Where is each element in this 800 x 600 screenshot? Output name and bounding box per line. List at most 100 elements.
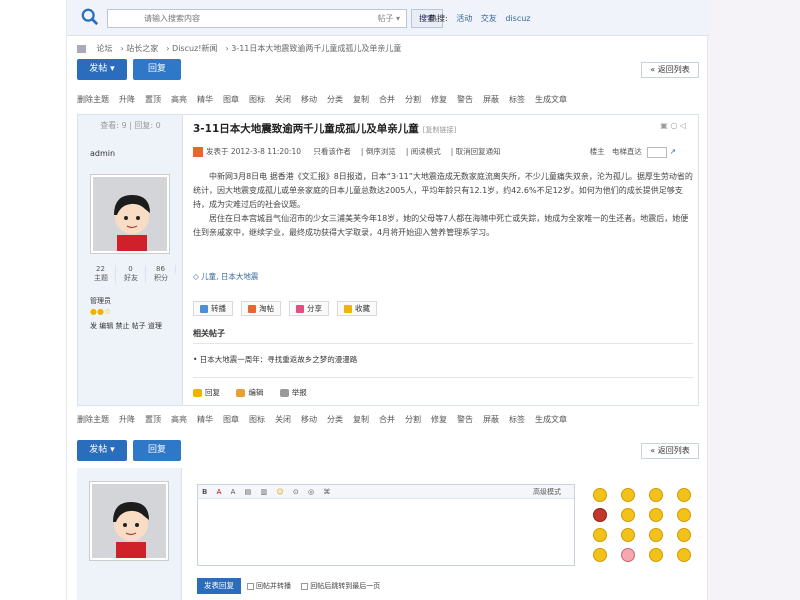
mod-action[interactable]: 升降 — [119, 95, 135, 104]
smiley-icon[interactable] — [593, 488, 607, 502]
count-friends[interactable]: 0 好友 — [116, 265, 146, 283]
smiley-icon[interactable] — [621, 488, 635, 502]
hot-term[interactable]: 活动 — [456, 14, 472, 23]
mod-action[interactable]: 删除主题 — [77, 95, 109, 104]
mod-action[interactable]: 分类 — [327, 415, 343, 424]
mod-action[interactable]: 分类 — [327, 95, 343, 104]
mod-action[interactable]: 移动 — [301, 415, 317, 424]
count-credits[interactable]: 86 积分 — [146, 265, 176, 283]
mod-action[interactable]: 精华 — [197, 415, 213, 424]
mod-action[interactable]: 修复 — [431, 95, 447, 104]
author-name[interactable]: admin — [90, 149, 115, 158]
mod-action[interactable]: 高亮 — [171, 415, 187, 424]
post-tags[interactable]: ◇ 儿童, 日本大地震 — [193, 271, 258, 282]
edit-action[interactable]: 编辑 — [236, 388, 263, 397]
smiley-icon[interactable] — [649, 488, 663, 502]
jump-last-checkbox[interactable]: 回帖后跳转到最后一页 — [301, 582, 380, 590]
mod-action[interactable]: 关闭 — [275, 415, 291, 424]
breadcrumb-item[interactable]: Discuz!新闻 — [172, 44, 217, 53]
mod-action[interactable]: 标签 — [509, 415, 525, 424]
smiley-icon[interactable] — [593, 548, 607, 562]
search-scope-select[interactable]: 帖子 ▾ — [377, 13, 400, 24]
avatar[interactable] — [91, 175, 169, 253]
mod-action[interactable]: 图章 — [223, 415, 239, 424]
reply-textarea[interactable] — [198, 499, 574, 565]
hot-term[interactable]: discuz — [505, 14, 530, 23]
smiley-icon[interactable] — [593, 528, 607, 542]
smiley-icon[interactable] — [649, 508, 663, 522]
mod-action[interactable]: 复制 — [353, 415, 369, 424]
mod-action[interactable]: 图标 — [249, 415, 265, 424]
reply-button-bottom[interactable]: 回复 — [133, 440, 181, 461]
count-threads[interactable]: 22 主题 — [86, 265, 116, 283]
mod-action[interactable]: 升降 — [119, 415, 135, 424]
smiley-icon[interactable] — [649, 528, 663, 542]
image-button[interactable]: ▤ — [245, 488, 252, 496]
report-action[interactable]: 举报 — [279, 388, 307, 397]
related-item[interactable]: • 日本大地震一周年：寻找重返故乡之梦的漫漫路 — [193, 354, 357, 365]
admin-links[interactable]: 发 编辑 禁止 帖子 道理 — [90, 321, 162, 331]
reverse-order-link[interactable]: 倒序浏览 — [366, 147, 396, 156]
smiley-icon[interactable] — [621, 508, 635, 522]
smiley-icon[interactable] — [677, 528, 691, 542]
mod-action[interactable]: 关闭 — [275, 95, 291, 104]
bold-button[interactable]: B — [202, 488, 207, 496]
mod-action[interactable]: 精华 — [197, 95, 213, 104]
smiley-icon[interactable] — [677, 548, 691, 562]
search-input[interactable] — [108, 10, 358, 27]
mod-action[interactable]: 图标 — [249, 95, 265, 104]
floor-goto-icon[interactable]: ↗ — [670, 147, 676, 156]
post-tool-icons[interactable]: ▣ ○ ◁ — [660, 121, 686, 130]
advanced-mode-link[interactable]: 高级模式 — [533, 485, 561, 499]
avatar[interactable] — [90, 482, 168, 560]
mod-action[interactable]: 高亮 — [171, 95, 187, 104]
attachment-button[interactable]: ▥ — [261, 488, 268, 496]
copy-link[interactable]: [复制链接] — [423, 126, 456, 134]
floor-goto-input[interactable] — [647, 146, 668, 158]
mod-action[interactable]: 屏蔽 — [483, 415, 499, 424]
mod-action[interactable]: 警告 — [457, 95, 473, 104]
only-author-link[interactable]: 只看该作者 — [313, 147, 351, 156]
smiley-icon[interactable] — [621, 528, 635, 542]
code-button[interactable]: ◎ — [308, 488, 314, 496]
post-button-bottom[interactable]: 发帖 ▾ — [77, 440, 127, 461]
breadcrumb-item[interactable]: 站长之家 — [126, 44, 158, 53]
mod-action[interactable]: 合并 — [379, 415, 395, 424]
back-to-list-button-bottom[interactable]: « 返回列表 — [641, 443, 699, 459]
reply-button[interactable]: 回复 — [133, 59, 181, 80]
mod-action[interactable]: 分割 — [405, 95, 421, 104]
mod-action[interactable]: 分割 — [405, 415, 421, 424]
favorite-button[interactable]: 收藏 — [337, 301, 377, 316]
home-icon[interactable] — [77, 44, 86, 53]
smiley-icon[interactable] — [649, 548, 663, 562]
breadcrumb-item[interactable]: 论坛 — [97, 44, 113, 53]
mod-action[interactable]: 修复 — [431, 415, 447, 424]
submit-reply-button[interactable]: 发表回复 — [197, 578, 241, 594]
mod-action[interactable]: 复制 — [353, 95, 369, 104]
angry-smiley-icon[interactable] — [593, 508, 607, 522]
mod-action[interactable]: 屏蔽 — [483, 95, 499, 104]
hot-term[interactable]: 交友 — [481, 14, 497, 23]
mod-action[interactable]: 合并 — [379, 95, 395, 104]
retweet-button[interactable]: 转播 — [193, 301, 233, 316]
mod-action[interactable]: 移动 — [301, 95, 317, 104]
smiley-button[interactable]: ☺ — [276, 488, 283, 496]
link-button[interactable]: ⌘ — [323, 488, 330, 496]
smiley-icon[interactable] — [677, 508, 691, 522]
mod-action[interactable]: 删除主题 — [77, 415, 109, 424]
font-color-button[interactable]: A — [217, 488, 222, 496]
background-color-button[interactable]: A — [231, 488, 236, 496]
mod-action[interactable]: 置顶 — [145, 95, 161, 104]
retweet-checkbox[interactable]: 回帖并转播 — [247, 582, 291, 590]
mod-action[interactable]: 图章 — [223, 95, 239, 104]
post-button[interactable]: 发帖 ▾ — [77, 59, 127, 80]
mod-action[interactable]: 标签 — [509, 95, 525, 104]
mod-action[interactable]: 置顶 — [145, 415, 161, 424]
mod-action[interactable]: 生成文章 — [535, 95, 567, 104]
cancel-notify-link[interactable]: 取消回复通知 — [456, 147, 501, 156]
mod-action[interactable]: 警告 — [457, 415, 473, 424]
read-mode-link[interactable]: 阅读模式 — [411, 147, 441, 156]
media-button[interactable]: ⊙ — [293, 488, 299, 496]
smiley-icon[interactable] — [677, 488, 691, 502]
reply-action[interactable]: 回复 — [193, 388, 220, 397]
